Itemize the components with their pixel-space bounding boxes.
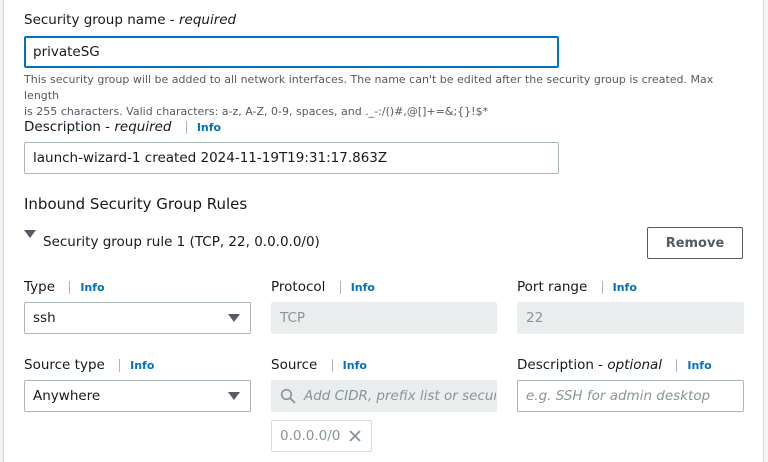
source-type-label: Source type Info [24,357,155,373]
expand-rule-icon[interactable] [24,230,36,238]
search-icon [280,388,296,404]
security-group-name-label: Security group name - required [24,12,237,28]
type-info-link[interactable]: Info [69,281,105,294]
source-type-select[interactable]: Anywhere [24,380,251,412]
source-cidr-input[interactable]: Add CIDR, prefix list or securit [271,380,497,412]
rule-description-info-link[interactable]: Info [676,359,712,372]
port-range-info-link[interactable]: Info [601,281,637,294]
inbound-rules-heading: Inbound Security Group Rules [24,195,248,213]
port-range-input: 22 [517,302,744,334]
source-label: Source Info [271,357,367,373]
security-group-name-input[interactable]: privateSG [24,36,559,68]
caret-down-icon [228,314,240,322]
caret-down-icon [228,392,240,400]
description-label: Description - required Info [24,119,222,135]
protocol-input: TCP [271,302,497,334]
source-type-info-link[interactable]: Info [119,359,154,372]
security-group-name-hint: This security group will be added to all… [24,73,714,118]
rule-title[interactable]: Security group rule 1 (TCP, 22, 0.0.0.0/… [43,234,320,250]
remove-rule-button[interactable]: Remove [647,227,743,259]
type-select[interactable]: ssh [24,302,251,334]
rule-description-input[interactable]: e.g. SSH for admin desktop [517,380,744,412]
source-info-link[interactable]: Info [331,359,367,372]
rule-description-label: Description - optional Info [517,357,712,373]
protocol-info-link[interactable]: Info [339,281,375,294]
protocol-label: Protocol Info [271,279,375,295]
type-label: Type Info [24,279,105,295]
description-info-link[interactable]: Info [185,121,221,134]
source-cidr-token: 0.0.0.0/0 [271,420,372,452]
port-range-label: Port range Info [517,279,637,295]
close-icon[interactable] [348,429,362,443]
description-input[interactable]: launch-wizard-1 created 2024-11-19T19:31… [24,142,559,174]
